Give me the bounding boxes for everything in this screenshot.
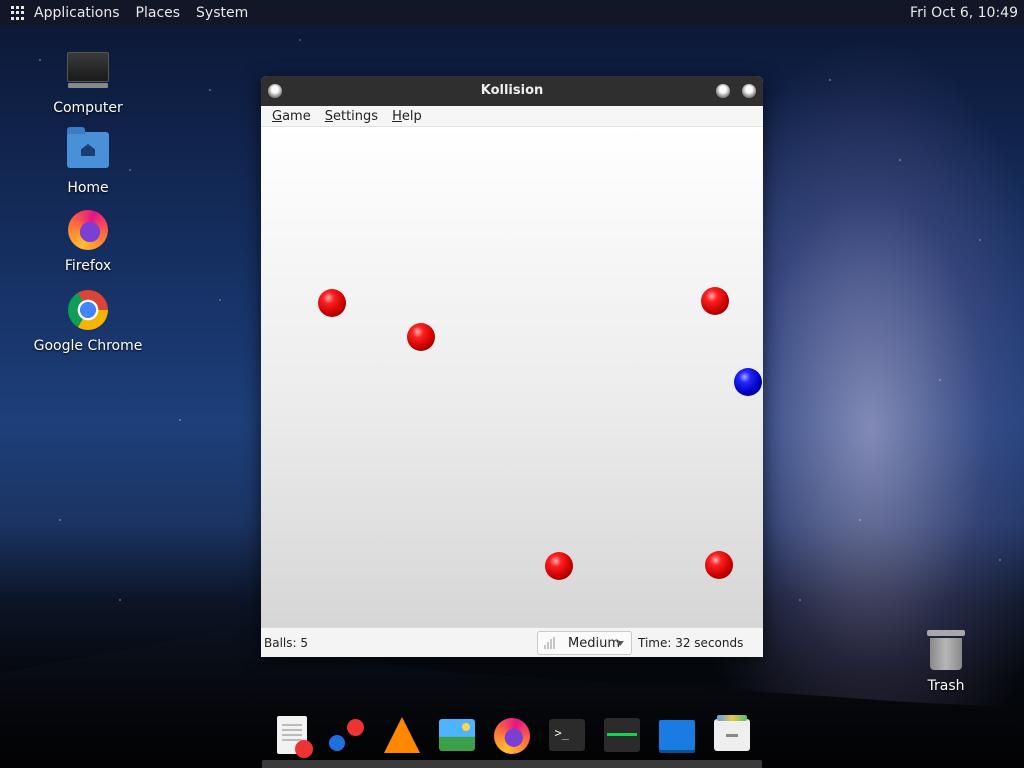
red-ball bbox=[407, 323, 435, 351]
places-menu[interactable]: Places bbox=[136, 5, 181, 21]
desktop-icon-trash[interactable]: Trash bbox=[891, 628, 1001, 694]
desktop-icon-home[interactable]: Home bbox=[33, 127, 143, 196]
bottom-panel bbox=[262, 760, 762, 768]
difficulty-dropdown[interactable]: Medium bbox=[537, 631, 632, 655]
maximize-button[interactable] bbox=[742, 84, 756, 98]
firefox-icon bbox=[66, 210, 110, 254]
desktop-icon-label: Home bbox=[67, 180, 109, 196]
time-elapsed: Time: 32 seconds bbox=[638, 636, 744, 650]
applications-menu[interactable]: Applications bbox=[34, 5, 120, 21]
dots-app-icon[interactable] bbox=[325, 714, 368, 757]
balls-count: Balls: 5 bbox=[264, 635, 308, 650]
home-folder-icon bbox=[66, 127, 110, 176]
dock: >_ bbox=[270, 711, 753, 759]
desktop-icon-computer[interactable]: Computer bbox=[33, 46, 143, 116]
red-ball bbox=[545, 552, 573, 580]
menu-settings[interactable]: Settings bbox=[325, 109, 378, 124]
app-grid-icon[interactable] bbox=[11, 6, 25, 20]
image-viewer-icon[interactable] bbox=[435, 714, 478, 757]
chevron-down-icon bbox=[616, 641, 624, 646]
minimize-button[interactable] bbox=[716, 84, 730, 98]
window-title: Kollision bbox=[480, 83, 544, 98]
file-manager-icon[interactable] bbox=[710, 714, 753, 757]
vlc-icon[interactable] bbox=[380, 714, 423, 757]
system-monitor-icon[interactable] bbox=[600, 714, 643, 757]
text-editor-icon[interactable] bbox=[270, 714, 313, 758]
window-menu-button[interactable] bbox=[268, 84, 282, 98]
system-menu[interactable]: System bbox=[196, 5, 248, 21]
desktop-icon-label: Google Chrome bbox=[33, 338, 143, 354]
game-field[interactable] bbox=[261, 127, 763, 627]
trash-icon bbox=[924, 630, 968, 674]
terminal-icon[interactable]: >_ bbox=[545, 714, 588, 757]
red-ball bbox=[701, 287, 729, 315]
red-ball bbox=[318, 289, 346, 317]
computer-icon bbox=[66, 52, 110, 96]
blue-app-icon[interactable] bbox=[655, 714, 698, 757]
difficulty-bars-icon bbox=[544, 637, 558, 649]
desktop-icon-label: Trash bbox=[927, 678, 965, 694]
red-ball bbox=[705, 551, 733, 579]
menubar: Game Settings Help bbox=[261, 106, 763, 127]
blue-ball-player[interactable] bbox=[734, 368, 762, 396]
menu-help[interactable]: Help bbox=[392, 109, 422, 124]
chrome-icon bbox=[66, 290, 110, 334]
kollision-window: Kollision Game Settings Help Balls: 5 Me… bbox=[261, 76, 763, 657]
desktop-icon-firefox[interactable]: Firefox bbox=[33, 208, 143, 274]
desktop-icon-label: Firefox bbox=[64, 258, 112, 274]
statusbar: Balls: 5 Medium Time: 32 seconds bbox=[261, 627, 763, 657]
desktop-icon-label: Computer bbox=[53, 100, 123, 116]
difficulty-value: Medium bbox=[568, 635, 620, 651]
desktop-icon-chrome[interactable]: Google Chrome bbox=[33, 288, 143, 354]
window-titlebar[interactable]: Kollision bbox=[261, 76, 763, 106]
firefox-icon[interactable] bbox=[490, 714, 533, 757]
menu-game[interactable]: Game bbox=[272, 109, 311, 124]
top-panel: Applications Places System Fri Oct 6, 10… bbox=[0, 0, 1024, 26]
clock[interactable]: Fri Oct 6, 10:49 bbox=[910, 5, 1018, 21]
